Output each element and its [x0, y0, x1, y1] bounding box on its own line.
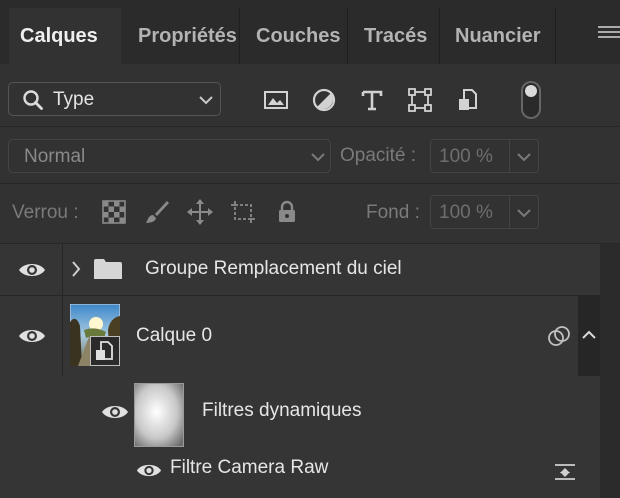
lock-artboard-icon[interactable]	[229, 198, 257, 226]
panel-menu-icon[interactable]	[598, 26, 620, 40]
blend-mode-dropdown[interactable]: Normal	[8, 139, 331, 173]
filter-name: Filtre Camera Raw	[170, 457, 329, 478]
chevron-down-icon	[311, 153, 325, 162]
filter-toggle-switch[interactable]	[521, 81, 541, 119]
collapse-effects-button[interactable]	[578, 296, 600, 376]
blending-options-icon[interactable]	[553, 462, 577, 482]
tab-couches[interactable]: Couches	[241, 8, 347, 64]
chevron-down-icon	[517, 209, 531, 218]
layer-name: Calque 0	[136, 325, 213, 346]
opacity-value: 100 %	[439, 146, 493, 167]
visibility-toggle[interactable]	[0, 296, 63, 376]
smart-filters-indicator-icon[interactable]	[545, 324, 573, 348]
blend-mode-value: Normal	[24, 146, 86, 167]
fill-dropdown-button[interactable]	[510, 195, 539, 229]
eye-icon	[19, 264, 45, 276]
tab-traces[interactable]: Tracés	[349, 8, 439, 64]
chevron-up-icon	[582, 330, 596, 339]
smart-filters-label: Filtres dynamiques	[202, 400, 362, 421]
tab-nuancier[interactable]: Nuancier	[441, 8, 555, 64]
filter-row-camera-raw[interactable]: Filtre Camera Raw	[0, 452, 600, 492]
layer-row-group[interactable]: Groupe Remplacement du ciel	[0, 244, 600, 295]
image-filter-icon[interactable]	[262, 86, 290, 114]
shape-filter-icon[interactable]	[406, 86, 434, 114]
layer-name: Groupe Remplacement du ciel	[145, 258, 402, 279]
search-icon	[23, 90, 43, 110]
tab-calques[interactable]: Calques	[9, 8, 121, 64]
eye-icon	[19, 330, 45, 342]
smart-object-badge-icon	[90, 336, 120, 366]
opacity-dropdown-button[interactable]	[510, 139, 539, 173]
fill-input[interactable]: 100 %	[430, 195, 510, 229]
eye-icon[interactable]	[101, 403, 129, 421]
panel-tab-bar: Calques Propriétés Couches Tracés Nuanci…	[0, 0, 620, 64]
tab-proprietes[interactable]: Propriétés	[128, 8, 239, 64]
chevron-down-icon	[199, 96, 213, 105]
adjustment-filter-icon[interactable]	[310, 86, 338, 114]
filter-mask-thumbnail	[134, 383, 184, 447]
eye-icon[interactable]	[136, 462, 162, 479]
fill-value: 100 %	[439, 202, 493, 223]
smart-filters-row[interactable]: Filtres dynamiques	[0, 378, 600, 450]
folder-icon	[94, 259, 122, 279]
visibility-toggle[interactable]	[0, 244, 63, 295]
lock-position-icon[interactable]	[186, 198, 214, 226]
layers-scrollbar[interactable]	[600, 243, 620, 498]
lock-image-pixels-icon[interactable]	[143, 198, 171, 226]
lock-all-icon[interactable]	[273, 198, 301, 226]
chevron-down-icon	[517, 153, 531, 162]
lock-transparent-pixels-icon[interactable]	[100, 198, 128, 226]
opacity-input[interactable]: 100 %	[430, 139, 510, 173]
filter-kind-label: Type	[53, 89, 95, 110]
fill-label: Fond :	[366, 202, 420, 223]
text-filter-icon[interactable]	[358, 86, 386, 114]
lock-label: Verrou :	[12, 202, 79, 223]
opacity-label: Opacité :	[340, 145, 417, 166]
smart-object-filter-icon[interactable]	[454, 86, 482, 114]
filter-kind-dropdown[interactable]: Type	[8, 82, 221, 116]
chevron-right-icon[interactable]	[71, 260, 81, 278]
layer-row-calque-0[interactable]: Calque 0	[0, 296, 600, 376]
